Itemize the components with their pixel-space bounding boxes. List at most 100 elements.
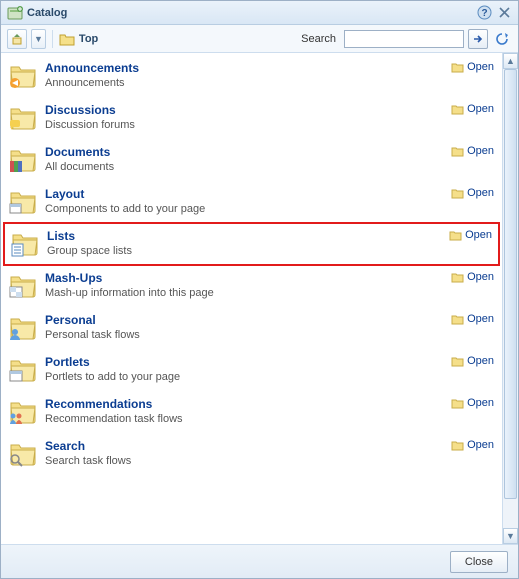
mini-folder-icon <box>451 62 464 73</box>
open-link[interactable]: Open <box>451 397 494 409</box>
breadcrumb-label: Top <box>79 33 98 45</box>
mini-folder-icon <box>451 398 464 409</box>
folder-icon <box>9 313 37 341</box>
scroll-down-button[interactable]: ▼ <box>503 528 518 544</box>
item-main: Discussions Discussion forums <box>45 103 494 131</box>
mini-folder-icon <box>449 230 462 241</box>
item-main: Personal Personal task flows <box>45 313 494 341</box>
catalog-item: Portlets Portlets to add to your page Open <box>1 349 502 391</box>
item-main: Recommendations Recommendation task flows <box>45 397 494 425</box>
item-main: Search Search task flows <box>45 439 494 467</box>
catalog-list: AnnouncementsAnnouncementsOpenDiscussion… <box>1 53 502 544</box>
item-title-link[interactable]: Mash-Ups <box>45 271 102 285</box>
item-description: Mash-up information into this page <box>45 287 494 299</box>
up-button[interactable] <box>7 29 27 49</box>
item-title-link[interactable]: Documents <box>45 145 110 159</box>
folder-icon <box>9 355 37 383</box>
help-icon[interactable]: ? <box>476 5 492 21</box>
open-label: Open <box>467 103 494 115</box>
item-title-link[interactable]: Portlets <box>45 355 90 369</box>
svg-text:?: ? <box>481 8 487 19</box>
open-label: Open <box>467 271 494 283</box>
catalog-item: Recommendations Recommendation task flows… <box>1 391 502 433</box>
item-title-link[interactable]: Layout <box>45 187 84 201</box>
item-main: Lists Group space lists <box>47 229 492 257</box>
open-link[interactable]: Open <box>451 355 494 367</box>
item-description: Search task flows <box>45 455 494 467</box>
open-label: Open <box>467 397 494 409</box>
content-area: AnnouncementsAnnouncementsOpenDiscussion… <box>1 53 518 544</box>
open-link[interactable]: Open <box>451 61 494 73</box>
titlebar: Catalog ? <box>1 1 518 25</box>
breadcrumb[interactable]: Top <box>59 32 98 46</box>
open-link[interactable]: Open <box>449 229 492 241</box>
item-title-link[interactable]: Announcements <box>45 61 139 75</box>
mini-folder-icon <box>451 188 464 199</box>
mini-folder-icon <box>451 104 464 115</box>
open-link[interactable]: Open <box>451 187 494 199</box>
catalog-item: Documents All documents Open <box>1 139 502 181</box>
catalog-item: Lists Group space lists Open <box>3 222 500 266</box>
item-description: Portlets to add to your page <box>45 371 494 383</box>
open-link[interactable]: Open <box>451 103 494 115</box>
item-title-link[interactable]: Search <box>45 439 85 453</box>
search-label: Search <box>301 33 336 45</box>
scrollbar[interactable]: ▲ ▼ <box>502 53 518 544</box>
folder-icon <box>11 229 39 257</box>
catalog-item: Discussions Discussion forums Open <box>1 97 502 139</box>
catalog-item: Mash-Ups Mash-up information into this pa… <box>1 265 502 307</box>
folder-icon <box>59 32 75 46</box>
search-input[interactable] <box>344 30 464 48</box>
catalog-item: Announcements Announcements Open <box>1 55 502 97</box>
item-description: Discussion forums <box>45 119 494 131</box>
folder-icon <box>9 103 37 131</box>
item-title-link[interactable]: Lists <box>47 229 75 243</box>
item-main: Portlets Portlets to add to your page <box>45 355 494 383</box>
open-link[interactable]: Open <box>451 145 494 157</box>
folder-icon <box>9 145 37 173</box>
mini-folder-icon <box>451 146 464 157</box>
search-go-button[interactable] <box>468 29 488 49</box>
open-label: Open <box>467 313 494 325</box>
catalog-dialog: Catalog ? ▼ Top Search Announcements <box>0 0 519 579</box>
open-label: Open <box>467 439 494 451</box>
folder-icon <box>9 439 37 467</box>
item-description: Components to add to your page <box>45 203 494 215</box>
open-label: Open <box>467 145 494 157</box>
catalog-item: Personal Personal task flows Open <box>1 307 502 349</box>
item-description: Recommendation task flows <box>45 413 494 425</box>
item-title-link[interactable]: Discussions <box>45 103 116 117</box>
open-link[interactable]: Open <box>451 313 494 325</box>
folder-icon <box>9 61 37 89</box>
item-description: Group space lists <box>47 245 492 257</box>
scroll-up-button[interactable]: ▲ <box>503 53 518 69</box>
folder-icon <box>9 397 37 425</box>
separator <box>52 30 53 48</box>
close-icon[interactable] <box>496 5 512 21</box>
dialog-title: Catalog <box>27 7 472 19</box>
item-description: Personal task flows <box>45 329 494 341</box>
item-title-link[interactable]: Recommendations <box>45 397 152 411</box>
footer: Close <box>1 544 518 578</box>
open-link[interactable]: Open <box>451 439 494 451</box>
open-label: Open <box>467 61 494 73</box>
mini-folder-icon <box>451 272 464 283</box>
close-button[interactable]: Close <box>450 551 508 573</box>
mini-folder-icon <box>451 440 464 451</box>
item-description: Announcements <box>45 77 494 89</box>
item-description: All documents <box>45 161 494 173</box>
item-main: Documents All documents <box>45 145 494 173</box>
refresh-icon[interactable] <box>492 29 512 49</box>
mini-folder-icon <box>451 314 464 325</box>
scroll-thumb[interactable] <box>504 69 517 499</box>
item-title-link[interactable]: Personal <box>45 313 96 327</box>
open-link[interactable]: Open <box>451 271 494 283</box>
mini-folder-icon <box>451 356 464 367</box>
catalog-icon <box>7 5 23 21</box>
open-label: Open <box>465 229 492 241</box>
open-label: Open <box>467 355 494 367</box>
toolbar: ▼ Top Search <box>1 25 518 53</box>
item-main: Mash-Ups Mash-up information into this pa… <box>45 271 494 299</box>
up-menu-chevron[interactable]: ▼ <box>31 29 46 49</box>
item-main: Announcements Announcements <box>45 61 494 89</box>
